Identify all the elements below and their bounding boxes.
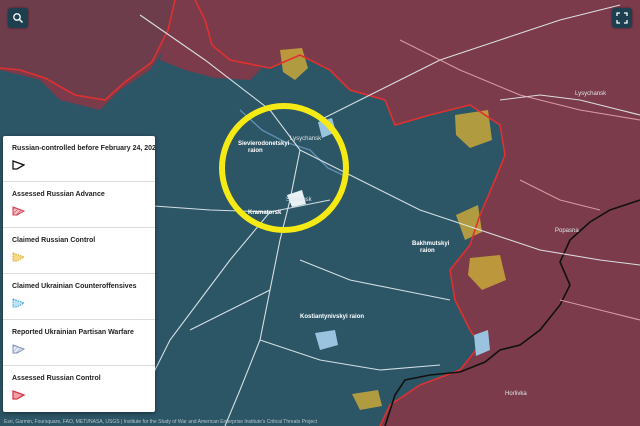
fullscreen-button[interactable] [612, 8, 632, 28]
legend-item: Claimed Russian Control [3, 228, 155, 274]
fullscreen-icon [616, 12, 628, 24]
legend-label: Assessed Russian Control [12, 375, 101, 382]
legend-label: Claimed Ukrainian Counteroffensives [12, 283, 137, 290]
outline-black-swatch [12, 160, 25, 170]
dotted-yellow-swatch [12, 252, 25, 262]
legend-item: Russian-controlled before February 24, 2… [3, 136, 155, 182]
legend-item: Claimed Ukrainian Counteroffensives [3, 274, 155, 320]
place-label: Popasna [555, 228, 579, 234]
solid-red-swatch [12, 390, 25, 400]
dotted-blue-swatch [12, 298, 25, 308]
place-label: Sievierodonetskyi [238, 141, 290, 147]
legend-label: Assessed Russian Advance [12, 191, 105, 198]
hatched-blue-swatch [12, 344, 25, 354]
place-label: Lysychansk [575, 91, 607, 97]
place-label: Kostiantynivskyi raion [300, 314, 364, 320]
place-label: Sloviansk [286, 197, 313, 203]
place-label: Horlivka [505, 391, 527, 397]
place-label: Kramatorsk [248, 210, 282, 216]
legend-label: Claimed Russian Control [12, 237, 96, 244]
search-button[interactable] [8, 8, 28, 28]
legend-label: Reported Ukrainian Partisan Warfare [12, 329, 134, 336]
legend-label: Russian-controlled before February 24, 2… [12, 145, 155, 152]
map-legend: Russian-controlled before February 24, 2… [3, 136, 155, 412]
legend-item: Assessed Russian Control [3, 366, 155, 412]
search-icon [13, 13, 23, 23]
place-label: Bakhmutskyi [412, 241, 450, 247]
place-label: Lysychansk [290, 136, 322, 142]
place-label: raion [420, 248, 435, 254]
place-label: raion [248, 148, 263, 154]
legend-item: Reported Ukrainian Partisan Warfare [3, 320, 155, 366]
hatched-red-swatch [12, 206, 25, 216]
map-attribution[interactable]: Esri, Garmin, Foursquare, FAO, METI/NASA… [4, 419, 317, 425]
legend-item: Assessed Russian Advance [3, 182, 155, 228]
